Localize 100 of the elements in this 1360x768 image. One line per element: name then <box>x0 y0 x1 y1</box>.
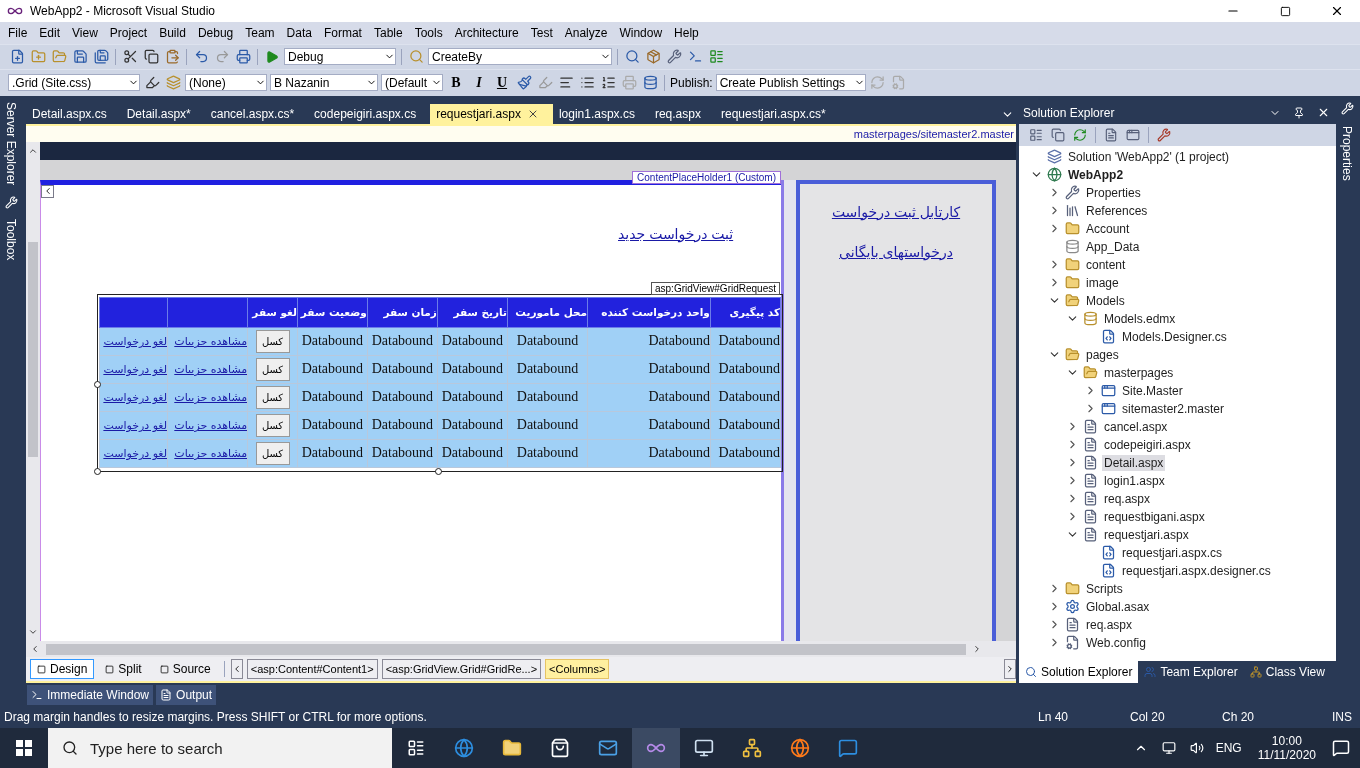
underline-button[interactable]: U <box>492 73 512 93</box>
copy-icon[interactable] <box>142 47 160 66</box>
list-icon[interactable] <box>707 47 725 66</box>
tree-item[interactable]: requestbigani.aspx <box>1102 508 1207 525</box>
menu-item[interactable]: Architecture <box>448 25 525 40</box>
new-request-link[interactable]: ثبت درخواست جدید <box>618 225 734 242</box>
properties-tab[interactable]: Properties <box>1340 123 1354 183</box>
menu-item[interactable]: Tools <box>408 25 449 40</box>
vertical-scrollbar[interactable] <box>26 141 40 642</box>
tree-item[interactable]: requestjari.aspx.designer.cs <box>1120 562 1273 579</box>
document-tab[interactable]: requestjari.aspx.cs* <box>714 103 840 124</box>
menu-item[interactable]: View <box>66 25 104 40</box>
tree-item[interactable]: cancel.aspx <box>1102 418 1170 435</box>
tree-item[interactable]: WebApp2 <box>1066 166 1126 183</box>
tree-item[interactable]: sitemaster2.master <box>1120 400 1227 417</box>
document-tab[interactable]: codepeigiri.aspx.cs <box>308 103 431 124</box>
tree-item[interactable]: login1.aspx <box>1102 472 1167 489</box>
publish-dropdown[interactable]: Create Publish Settings <box>715 74 866 92</box>
database-icon[interactable] <box>641 73 659 92</box>
master-page-link[interactable]: masterpages/sitemaster2.master <box>853 127 1014 140</box>
save-all-icon[interactable] <box>92 47 110 66</box>
tree-item[interactable]: Properties <box>1084 184 1143 201</box>
tree-item[interactable]: content <box>1084 256 1128 273</box>
cancel-button[interactable]: کسل <box>255 413 290 437</box>
panel-tab[interactable]: Solution Explorer <box>1019 661 1139 684</box>
menu-item[interactable]: Team <box>239 25 281 40</box>
menu-item[interactable]: Window <box>613 25 669 40</box>
scroll-right-button[interactable] <box>1004 659 1016 680</box>
printer-icon[interactable] <box>234 47 252 66</box>
scroll-left-button[interactable] <box>230 659 243 680</box>
tree-item[interactable]: App_Data <box>1084 238 1142 255</box>
menu-item[interactable]: Table <box>367 25 409 40</box>
tree-item[interactable]: Models <box>1084 292 1127 309</box>
view-tab[interactable]: Source <box>152 659 218 680</box>
menu-item[interactable]: Data <box>280 25 318 40</box>
tree-item[interactable]: requestjari.aspx <box>1102 526 1191 543</box>
tree-item[interactable]: image <box>1084 274 1121 291</box>
cut-icon[interactable] <box>121 47 139 66</box>
menu-item[interactable]: Format <box>317 25 368 40</box>
tree-item[interactable]: requestjari.aspx.cs <box>1120 544 1225 561</box>
tree-item[interactable]: Scripts <box>1084 580 1125 597</box>
search-icon[interactable] <box>623 47 641 66</box>
panel-tab[interactable]: Team Explorer <box>1138 661 1244 684</box>
tool-window-tab[interactable]: Immediate Window <box>27 684 154 705</box>
tool-window-tab[interactable]: Output <box>156 684 217 705</box>
tag-breadcrumb[interactable]: <asp:GridView.Grid#GridRe...> <box>381 659 542 680</box>
view-tab[interactable]: Design <box>30 659 95 680</box>
wrench-icon[interactable] <box>2 193 20 212</box>
cancel-button[interactable]: کسل <box>255 441 290 465</box>
tree-item[interactable]: Global.asax <box>1084 598 1152 615</box>
tree-item[interactable]: Detail.aspx <box>1102 454 1166 471</box>
menu-item[interactable]: Build <box>153 25 192 40</box>
cancel-button[interactable]: کسل <box>255 357 290 381</box>
package-icon[interactable] <box>644 47 662 66</box>
tree-item[interactable]: Models.Designer.cs <box>1120 328 1229 345</box>
paintbrush-icon[interactable] <box>515 73 533 92</box>
notifications-icon[interactable] <box>1332 739 1350 757</box>
toolbox-tab[interactable]: Toolbox <box>4 217 18 263</box>
tree-item[interactable]: req.aspx <box>1084 616 1135 633</box>
font-size-dropdown[interactable]: (Default <box>381 74 443 92</box>
document-tab[interactable]: cancel.aspx.cs* <box>204 103 309 124</box>
document-tab[interactable]: Detail.aspx.cs <box>26 103 121 124</box>
sidebar-link[interactable]: کارتابل ثبت درخواست <box>831 203 961 220</box>
menu-item[interactable]: Edit <box>33 25 67 40</box>
document-tab[interactable]: login1.aspx.cs <box>552 103 649 124</box>
tree-item[interactable]: pages <box>1084 346 1121 363</box>
wrench-icon[interactable] <box>1338 99 1356 118</box>
cancel-button[interactable]: کسل <box>255 329 290 353</box>
menu-item[interactable]: Analyze <box>558 25 614 40</box>
collapse-button[interactable] <box>41 184 54 198</box>
horizontal-scrollbar[interactable] <box>26 641 1016 658</box>
document-tab[interactable]: req.aspx <box>648 103 715 124</box>
document-tab[interactable]: Detail.aspx* <box>120 103 205 124</box>
tree-item[interactable]: Site.Master <box>1120 382 1185 399</box>
sidebar-link[interactable]: درخواستهای بایگانی <box>839 243 953 260</box>
menu-item[interactable]: File <box>2 25 34 40</box>
menu-item[interactable]: Project <box>103 25 154 40</box>
tag-breadcrumb[interactable]: <asp:Content#Content1> <box>246 659 378 680</box>
save-icon[interactable] <box>71 47 89 66</box>
tree-item[interactable]: References <box>1084 202 1150 219</box>
panel-tab[interactable]: Class View <box>1243 661 1331 684</box>
cancel-button[interactable]: کسل <box>255 385 290 409</box>
input-language[interactable]: ENG <box>1215 741 1242 755</box>
search-field[interactable]: Type here to search <box>48 728 392 768</box>
tree-item[interactable]: Account <box>1084 220 1132 237</box>
italic-button[interactable]: I <box>469 73 489 93</box>
menu-item[interactable]: Test <box>524 25 559 40</box>
tree-item[interactable]: Solution 'WebApp2' (1 project) <box>1066 148 1232 165</box>
configuration-dropdown[interactable]: Debug <box>284 48 396 66</box>
menu-item[interactable]: Help <box>668 25 705 40</box>
font-dropdown[interactable]: B Nazanin <box>270 74 378 92</box>
tree-item[interactable]: Web.config <box>1084 634 1148 651</box>
server-explorer-tab[interactable]: Server Explorer <box>4 99 18 188</box>
menu-item[interactable]: Debug <box>191 25 240 40</box>
block-format-dropdown[interactable]: (None) <box>185 74 267 92</box>
document-tab[interactable]: requestjari.aspx <box>430 103 553 124</box>
tree-item[interactable]: Models.edmx <box>1102 310 1178 327</box>
tree-item[interactable]: codepeigiri.aspx <box>1102 436 1193 453</box>
tree-item[interactable]: req.aspx <box>1102 490 1153 507</box>
tree-item[interactable]: masterpages <box>1102 364 1176 381</box>
